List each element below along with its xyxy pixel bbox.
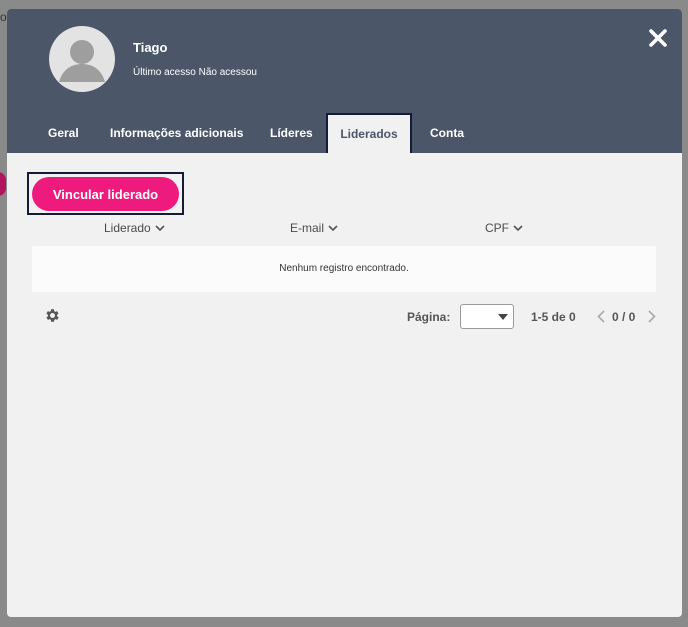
page-count: 0 / 0 [612,310,636,324]
column-header-email[interactable]: E-mail [290,221,338,235]
modal-header: Tiago Último acesso Não acessou Geral In… [7,9,682,153]
pagination-range: 1-5 de 0 [531,310,576,324]
tab-liderados[interactable]: Liderados [326,113,412,153]
tab-informacoes-adicionais[interactable]: Informações adicionais [110,113,243,153]
close-icon[interactable] [647,27,669,49]
chevron-left-icon[interactable] [597,310,605,323]
column-header-label: CPF [485,221,509,235]
page-select[interactable] [460,304,514,329]
last-access-label: Último acesso [133,67,196,78]
last-access-value: Não acessou [198,67,257,78]
tab-geral[interactable]: Geral [48,113,79,153]
chevron-down-icon [513,225,523,232]
column-header-label: Liderado [104,221,151,235]
column-header-liderado[interactable]: Liderado [104,221,165,235]
tab-conta[interactable]: Conta [430,113,464,153]
empty-table-message: Nenhum registro encontrado. [32,246,656,292]
chevron-down-icon [328,225,338,232]
user-avatar-icon [49,26,115,92]
column-header-cpf[interactable]: CPF [485,221,523,235]
chevron-right-icon[interactable] [648,310,656,323]
tab-bar: Geral Informações adicionais Líderes Lid… [7,113,682,153]
column-header-label: E-mail [290,221,325,235]
gear-icon[interactable] [44,307,61,324]
user-modal: Tiago Último acesso Não acessou Geral In… [7,9,682,617]
user-name: Tiago [133,40,168,55]
tab-lideres[interactable]: Líderes [270,113,313,153]
last-access: Último acesso Não acessou [133,67,257,78]
vincular-liderado-button[interactable]: Vincular liderado [32,177,179,211]
page-label: Página: [407,310,451,324]
chevron-down-icon [155,225,165,232]
caret-down-icon [498,314,508,320]
